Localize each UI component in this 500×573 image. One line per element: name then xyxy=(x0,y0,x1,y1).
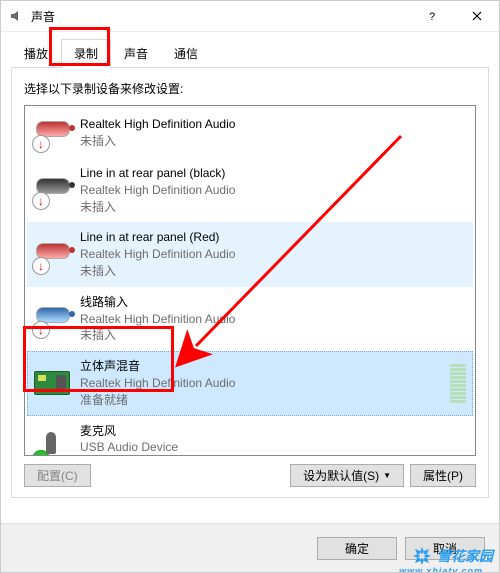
unplugged-icon: ↓ xyxy=(32,257,50,275)
jack-icon: ↓ xyxy=(34,301,70,337)
device-driver: Realtek High Definition Audio xyxy=(80,246,466,263)
instruction-label: 选择以下录制设备来修改设置: xyxy=(24,80,476,97)
device-item-stereo-mix[interactable]: 立体声混音 Realtek High Definition Audio 准备就绪 xyxy=(27,351,473,415)
device-name: 线路输入 xyxy=(80,294,466,311)
tab-recording[interactable]: 录制 xyxy=(61,39,111,69)
window-title: 声音 xyxy=(31,8,409,25)
tab-strip: 播放 录制 声音 通信 xyxy=(1,32,499,68)
configure-button[interactable]: 配置(C) xyxy=(24,464,91,487)
device-driver: USB Audio Device xyxy=(80,439,466,456)
tab-sounds[interactable]: 声音 xyxy=(111,39,161,69)
watermark-url: www.xhjaty.com xyxy=(399,566,483,573)
recording-panel: 选择以下录制设备来修改设置: ↓ Realtek High Definition… xyxy=(11,68,489,498)
device-item[interactable]: ↓ Realtek High Definition Audio 未插入 xyxy=(27,108,473,158)
snowflake-icon xyxy=(412,546,432,566)
svg-text:?: ? xyxy=(429,11,435,21)
device-driver: Realtek High Definition Audio xyxy=(80,375,444,392)
jack-icon: ↓ xyxy=(34,172,70,208)
tab-playback[interactable]: 播放 xyxy=(11,39,61,69)
sound-dialog: 声音 ? 播放 录制 声音 通信 选择以下录制设备来修改设置: ↓ Realte… xyxy=(0,0,500,573)
chevron-down-icon: ▼ xyxy=(383,471,391,480)
device-status: 未插入 xyxy=(80,327,466,344)
device-list[interactable]: ↓ Realtek High Definition Audio 未插入 ↓ Li… xyxy=(24,105,476,456)
panel-buttons: 配置(C) 设为默认值(S)▼ 属性(P) xyxy=(24,464,476,487)
device-name: Realtek High Definition Audio xyxy=(80,116,466,133)
device-item[interactable]: ↓ Line in at rear panel (black) Realtek … xyxy=(27,158,473,222)
device-status: 未插入 xyxy=(80,263,466,280)
device-item[interactable]: ✓ 麦克风 USB Audio Device 默认设备 xyxy=(27,416,473,456)
ok-button[interactable]: 确定 xyxy=(317,537,397,560)
device-name: 麦克风 xyxy=(80,423,466,440)
soundcard-icon xyxy=(34,365,70,401)
device-status: 准备就绪 xyxy=(80,392,444,409)
unplugged-icon: ↓ xyxy=(32,321,50,339)
unplugged-icon: ↓ xyxy=(32,192,50,210)
unplugged-icon: ↓ xyxy=(32,135,50,153)
device-driver: Realtek High Definition Audio xyxy=(80,182,466,199)
jack-icon: ↓ xyxy=(34,237,70,273)
properties-button[interactable]: 属性(P) xyxy=(410,464,476,487)
device-status: 未插入 xyxy=(80,199,466,216)
titlebar: 声音 ? xyxy=(1,1,499,32)
watermark: 雪花家园 www.xhjaty.com xyxy=(412,546,493,566)
device-name: 立体声混音 xyxy=(80,358,444,375)
help-button[interactable]: ? xyxy=(409,2,454,31)
level-meter xyxy=(450,363,466,403)
device-item[interactable]: ↓ 线路输入 Realtek High Definition Audio 未插入 xyxy=(27,287,473,351)
device-driver: Realtek High Definition Audio xyxy=(80,311,466,328)
set-default-button[interactable]: 设为默认值(S)▼ xyxy=(290,464,404,487)
close-button[interactable] xyxy=(454,2,499,31)
microphone-icon: ✓ xyxy=(34,430,70,456)
device-name: Line in at rear panel (black) xyxy=(80,165,466,182)
device-name: Line in at rear panel (Red) xyxy=(80,229,466,246)
sound-icon xyxy=(9,8,25,24)
device-status: 未插入 xyxy=(80,133,466,150)
jack-icon: ↓ xyxy=(34,115,70,151)
tab-communications[interactable]: 通信 xyxy=(161,39,211,69)
watermark-text: 雪花家园 xyxy=(437,546,493,566)
device-item[interactable]: ↓ Line in at rear panel (Red) Realtek Hi… xyxy=(27,222,473,286)
